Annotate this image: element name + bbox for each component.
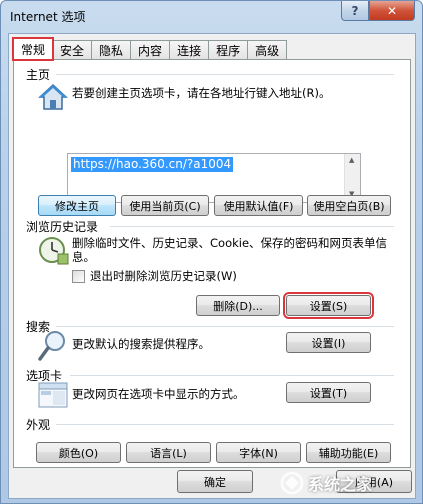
tabs-divider [70,375,394,376]
watermark-logo-icon [280,471,304,495]
appearance-heading: 外观 [26,418,51,432]
help-button[interactable]: ? [341,1,369,21]
search-divider [56,326,394,327]
search-magnifier-icon [38,331,65,361]
history-description: 删除临时文件、历史记录、Cookie、保存的密码和网页表单信息。 [72,236,388,264]
languages-button[interactable]: 语言(L) [126,442,211,463]
use-blank-button[interactable]: 使用空白页(B) [307,195,391,216]
fonts-button[interactable]: 字体(N) [216,442,301,463]
internet-options-window: Internet 选项 ? ✕ 常规 安全 隐私 内容 连接 程序 高级 主页 … [0,0,423,504]
close-button[interactable]: ✕ [369,1,415,21]
tabs-description: 更改网页在选项卡中显示的方式。 [72,387,245,401]
tab-connections[interactable]: 连接 [169,40,210,60]
tab-content[interactable]: 内容 [130,40,171,60]
tab-general[interactable]: 常规 [11,37,55,61]
tab-advanced[interactable]: 高级 [247,40,288,60]
use-current-button[interactable]: 使用当前页(C) [121,195,209,216]
tab-privacy[interactable]: 隐私 [91,40,132,60]
delete-on-exit-checkbox[interactable] [72,270,85,283]
tab-strip: 常规 安全 隐私 内容 连接 程序 高级 [11,37,288,61]
edit-home-button[interactable]: 修改主页 [38,195,116,216]
delete-history-button[interactable]: 删除(D)... [196,295,280,316]
window-title: Internet 选项 [10,10,86,24]
search-description: 更改默认的搜索提供程序。 [72,337,210,351]
home-heading: 主页 [26,68,51,82]
appearance-divider [56,424,394,425]
delete-on-exit-label: 退出时删除浏览历史记录(W) [90,269,237,283]
dialog-client: 常规 安全 隐私 内容 连接 程序 高级 主页 若要创建主页选项卡，请在各地址行… [8,33,416,499]
tab-security[interactable]: 安全 [52,40,93,60]
ok-button[interactable]: 确定 [177,470,253,493]
tabs-settings-button[interactable]: 设置(T) [286,382,371,403]
use-default-button[interactable]: 使用默认值(F) [214,195,303,216]
accessibility-button[interactable]: 辅助功能(E) [306,442,391,463]
home-icon [38,83,68,110]
history-heading: 浏览历史记录 [26,220,99,234]
home-description: 若要创建主页选项卡，请在各地址行键入地址(R)。 [72,86,331,100]
general-panel: 主页 若要创建主页选项卡，请在各地址行键入地址(R)。 https://hao.… [13,59,411,468]
colors-button[interactable]: 颜色(O) [36,442,121,463]
home-url-text: https://hao.360.cn/?a1004 [71,157,234,172]
tab-programs[interactable]: 程序 [208,40,249,60]
history-settings-button[interactable]: 设置(S) [283,292,374,319]
history-divider [110,226,394,227]
watermark-text: 系统之家 [308,475,373,494]
home-divider [56,74,394,75]
history-clock-icon [39,237,69,265]
watermark: 系统之家 [280,468,420,498]
tabs-window-icon [38,382,68,408]
scroll-up-icon[interactable]: ▲ [349,156,354,164]
title-bar[interactable]: Internet 选项 ? ✕ [1,1,422,33]
search-settings-button[interactable]: 设置(I) [286,332,371,353]
